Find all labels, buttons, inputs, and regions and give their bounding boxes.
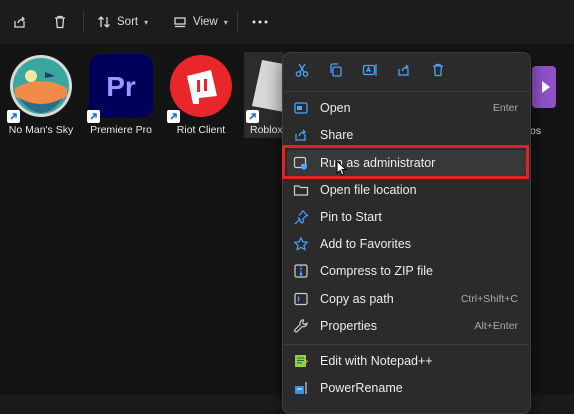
menu-item-label: Compress to ZIP file [320,264,434,278]
copy-button[interactable] [325,61,347,83]
file-item-roblox[interactable]: Roblox [244,52,284,138]
share-icon [292,126,310,144]
share-icon [10,12,30,32]
delete-icon [430,62,446,83]
menu-divider [284,91,529,92]
menu-item-properties[interactable]: Properties Alt+Enter [287,313,526,339]
menu-item-label: Edit with Notepad++ [320,354,433,368]
menu-item-label: Properties [320,319,377,333]
zip-icon [292,262,310,280]
rename-button[interactable] [359,61,381,83]
file-label: Premiere Pro [90,124,152,136]
shortcut-arrow-icon [167,110,180,123]
open-icon [292,99,310,117]
toolbar-divider [237,12,238,32]
rename-icon [362,62,378,83]
folder-icon [292,181,310,199]
file-label: Riot Client [176,124,226,136]
shortcut-arrow-icon [7,110,20,123]
menu-item-pin-to-start[interactable]: Pin to Start [287,204,526,230]
menu-item-add-to-favorites[interactable]: Add to Favorites [287,231,526,257]
menu-item-copy-as-path[interactable]: Copy as path Ctrl+Shift+C [287,286,526,312]
menu-item-label: Share [320,128,354,142]
highlight-box [282,145,529,179]
share-icon [396,62,412,83]
sort-label: Sort [117,16,139,28]
mouse-cursor-icon [336,159,348,181]
chevron-down-icon: ▾ [223,17,228,27]
menu-item-label: Open file location [320,183,417,197]
view-label: View [193,16,218,28]
file-label: Roblox [250,124,283,136]
file-item-premiere-pro[interactable]: Pr Premiere Pro [84,52,158,138]
notepad-plus-plus-icon [292,352,310,370]
copy-icon [328,62,344,83]
menu-item-shortcut: Enter [492,102,518,114]
context-menu: Open Enter Share Run as administrator Op… [282,52,531,414]
view-icon [170,12,190,32]
menu-item-open[interactable]: Open Enter [287,95,526,121]
pin-icon [292,208,310,226]
view-button[interactable]: View ▾ [170,10,228,34]
delete-quick-button[interactable] [427,61,449,83]
no-mans-sky-app-icon [7,54,73,123]
file-item-no-mans-sky[interactable]: No Man's Sky [4,52,78,138]
power-rename-icon [292,379,310,397]
sort-button[interactable]: Sort ▾ [94,10,148,34]
roblox-app-icon [246,54,284,123]
riot-client-app-icon [167,54,233,123]
toolbar-divider [83,12,84,32]
more-icon [250,12,270,32]
delete-button[interactable] [50,10,70,34]
trash-icon [50,12,70,32]
path-icon [292,290,310,308]
wrench-icon [292,317,310,335]
premiere-pro-app-icon: Pr [87,54,153,123]
shortcut-arrow-icon [246,110,259,123]
chevron-down-icon: ▾ [144,17,149,27]
sort-icon [94,12,114,32]
menu-item-label: Open [320,101,351,115]
file-label: os [530,125,542,137]
menu-item-shortcut: Alt+Enter [474,320,518,332]
file-label: No Man's Sky [8,124,74,136]
cut-icon [294,62,310,83]
shortcut-arrow-icon [87,110,100,123]
menu-item-label: Add to Favorites [320,237,412,251]
cut-button[interactable] [291,61,313,83]
menu-item-label: Copy as path [320,292,394,306]
menu-item-open-file-location[interactable]: Open file location [287,177,526,203]
video-app-icon[interactable] [532,66,556,108]
menu-divider [284,344,529,345]
file-item-riot-client[interactable]: Riot Client [164,52,238,138]
menu-item-edit-with-notepad-plus-plus[interactable]: Edit with Notepad++ [287,348,526,374]
command-bar: Sort ▾ View ▾ [0,0,574,44]
share-quick-button[interactable] [393,61,415,83]
premiere-pro-glyph: Pr [106,71,136,102]
menu-item-compress-to-zip[interactable]: Compress to ZIP file [287,258,526,284]
more-options-button[interactable] [250,10,270,34]
menu-item-label: Pin to Start [320,210,382,224]
share-button[interactable] [10,10,30,34]
star-icon [292,235,310,253]
context-menu-quick-actions [283,53,530,91]
menu-item-label: PowerRename [320,381,403,395]
menu-item-shortcut: Ctrl+Shift+C [460,293,518,305]
menu-item-power-rename[interactable]: PowerRename [287,375,526,401]
